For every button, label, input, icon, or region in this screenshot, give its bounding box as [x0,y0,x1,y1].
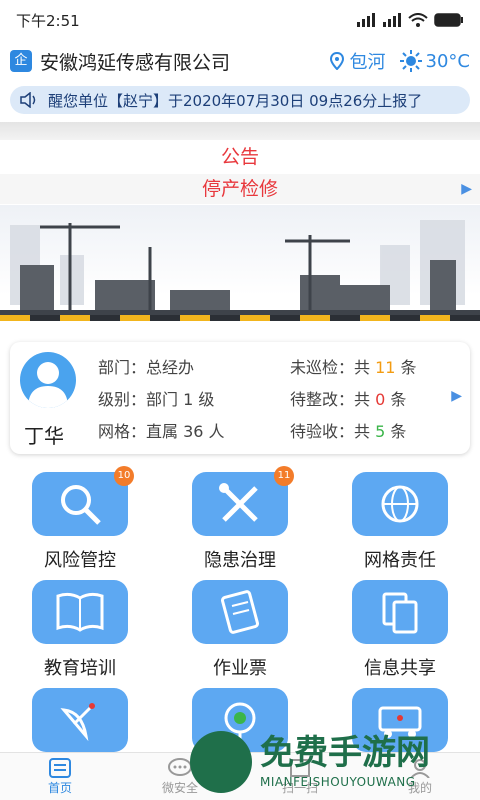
weather: 30°C [399,50,470,72]
tile-label: 风险管控 [44,550,116,571]
status-time: 下午2:51 [16,11,80,30]
grid-members: 网格：直属 36 人 [98,422,225,441]
uninspected-unit: 条 [395,358,417,377]
badge-count: 11 [274,466,294,486]
uninspected-stat: 未巡检：共 11 条 [290,352,417,384]
divider-strip [0,122,480,140]
uninspected-label: 未巡检：共 [290,358,376,377]
watermark: 免费手游网 MIANFEISHOUYOUWANG [180,725,480,800]
user-avatar-icon [28,362,68,408]
status-icons [356,13,464,27]
tile-label: 信息共享 [364,658,436,679]
company-name: 安徽鸿延传感有限公司 [40,51,231,74]
sun-icon [399,50,422,72]
pending-accept-label: 待验收：共 [290,422,376,441]
pending-accept-count: 5 [375,422,386,441]
department: 部门：总经办 [98,358,195,377]
tile-hazard-treatment[interactable]: 11 隐患治理 [180,466,300,572]
pending-accept-unit: 条 [385,422,407,441]
pending-fix-unit: 条 [385,390,407,409]
signal-icon-2 [383,13,401,27]
user-name: 丁华 [24,424,64,448]
tile-label: 网格责任 [364,550,436,571]
magnifier-icon: 10 [32,466,134,536]
satellite-dish-icon [32,688,128,752]
pending-accept-stat: 待验收：共 5 条 [290,416,417,448]
pending-fix-count: 0 [375,390,386,409]
user-card[interactable]: 丁华 部门：总经办 级别：部门 1 级 网格：直属 36 人 未巡检：共 11 … [10,342,470,454]
notice-item[interactable]: 停产检修 ▶ [0,174,480,204]
watermark-subtext: MIANFEISHOUYOUWANG [260,775,416,789]
tile-label: 教育培训 [44,658,116,679]
construction-banner [0,205,480,333]
temperature-text: 30°C [425,50,470,72]
tab-home[interactable]: 首页 [0,753,120,800]
tile-label: 作业票 [213,658,267,679]
tile-education-training[interactable]: 教育培训 [20,580,140,680]
status-bar: 下午2:51 [0,0,480,40]
wifi-icon [408,13,428,27]
level: 级别：部门 1 级 [98,390,215,409]
chevron-right-icon: ▶ [461,181,472,197]
badge-count: 10 [114,466,134,486]
app-header: 企 安徽鸿延传感有限公司 包河 30°C [0,40,480,82]
battery-icon [434,13,463,27]
construction-skyline-illustration [0,220,480,321]
tools-icon: 11 [192,466,294,536]
marquee-text: 醒您单位【赵宁】于2020年07月30日 09点26分上报了 [48,91,423,110]
book-icon [32,580,128,644]
pending-fix-label: 待整改：共 [290,390,376,409]
task-stats: 未巡检：共 11 条 待整改：共 0 条 待验收：共 5 条 [290,352,417,448]
chevron-right-icon: ▶ [451,388,462,404]
signal-icon [357,13,375,27]
tile-risk-control[interactable]: 10 风险管控 [20,466,140,572]
location-pin-icon [329,52,344,70]
tile-label: 隐患治理 [204,550,276,571]
watermark-logo [190,731,252,793]
tab-home-label: 首页 [47,781,72,795]
network-globe-icon [352,472,448,536]
tile-info-sharing[interactable]: 信息共享 [340,580,460,680]
tile-grid-responsibility[interactable]: 网格责任 [340,472,460,572]
share-docs-icon [352,580,448,644]
uninspected-count: 11 [375,358,396,377]
company-logo: 企 [10,50,32,72]
location-text: 包河 [349,52,386,73]
notice-title: 公告 [220,146,259,168]
home-list-icon [49,758,71,778]
avatar [20,352,76,408]
tile-satellite[interactable] [20,688,140,762]
ticket-icon [192,580,288,644]
speaker-icon [20,92,36,108]
location-selector[interactable]: 包河 [329,48,386,74]
notice-item-text: 停产检修 [201,178,278,200]
watermark-text: 免费手游网 [260,733,430,773]
user-info: 部门：总经办 级别：部门 1 级 网格：直属 36 人 [98,352,225,448]
pending-fix-stat: 待整改：共 0 条 [290,384,417,416]
announcement-marquee[interactable]: 醒您单位【赵宁】于2020年07月30日 09点26分上报了 [10,86,470,114]
tile-work-ticket[interactable]: 作业票 [180,580,300,680]
